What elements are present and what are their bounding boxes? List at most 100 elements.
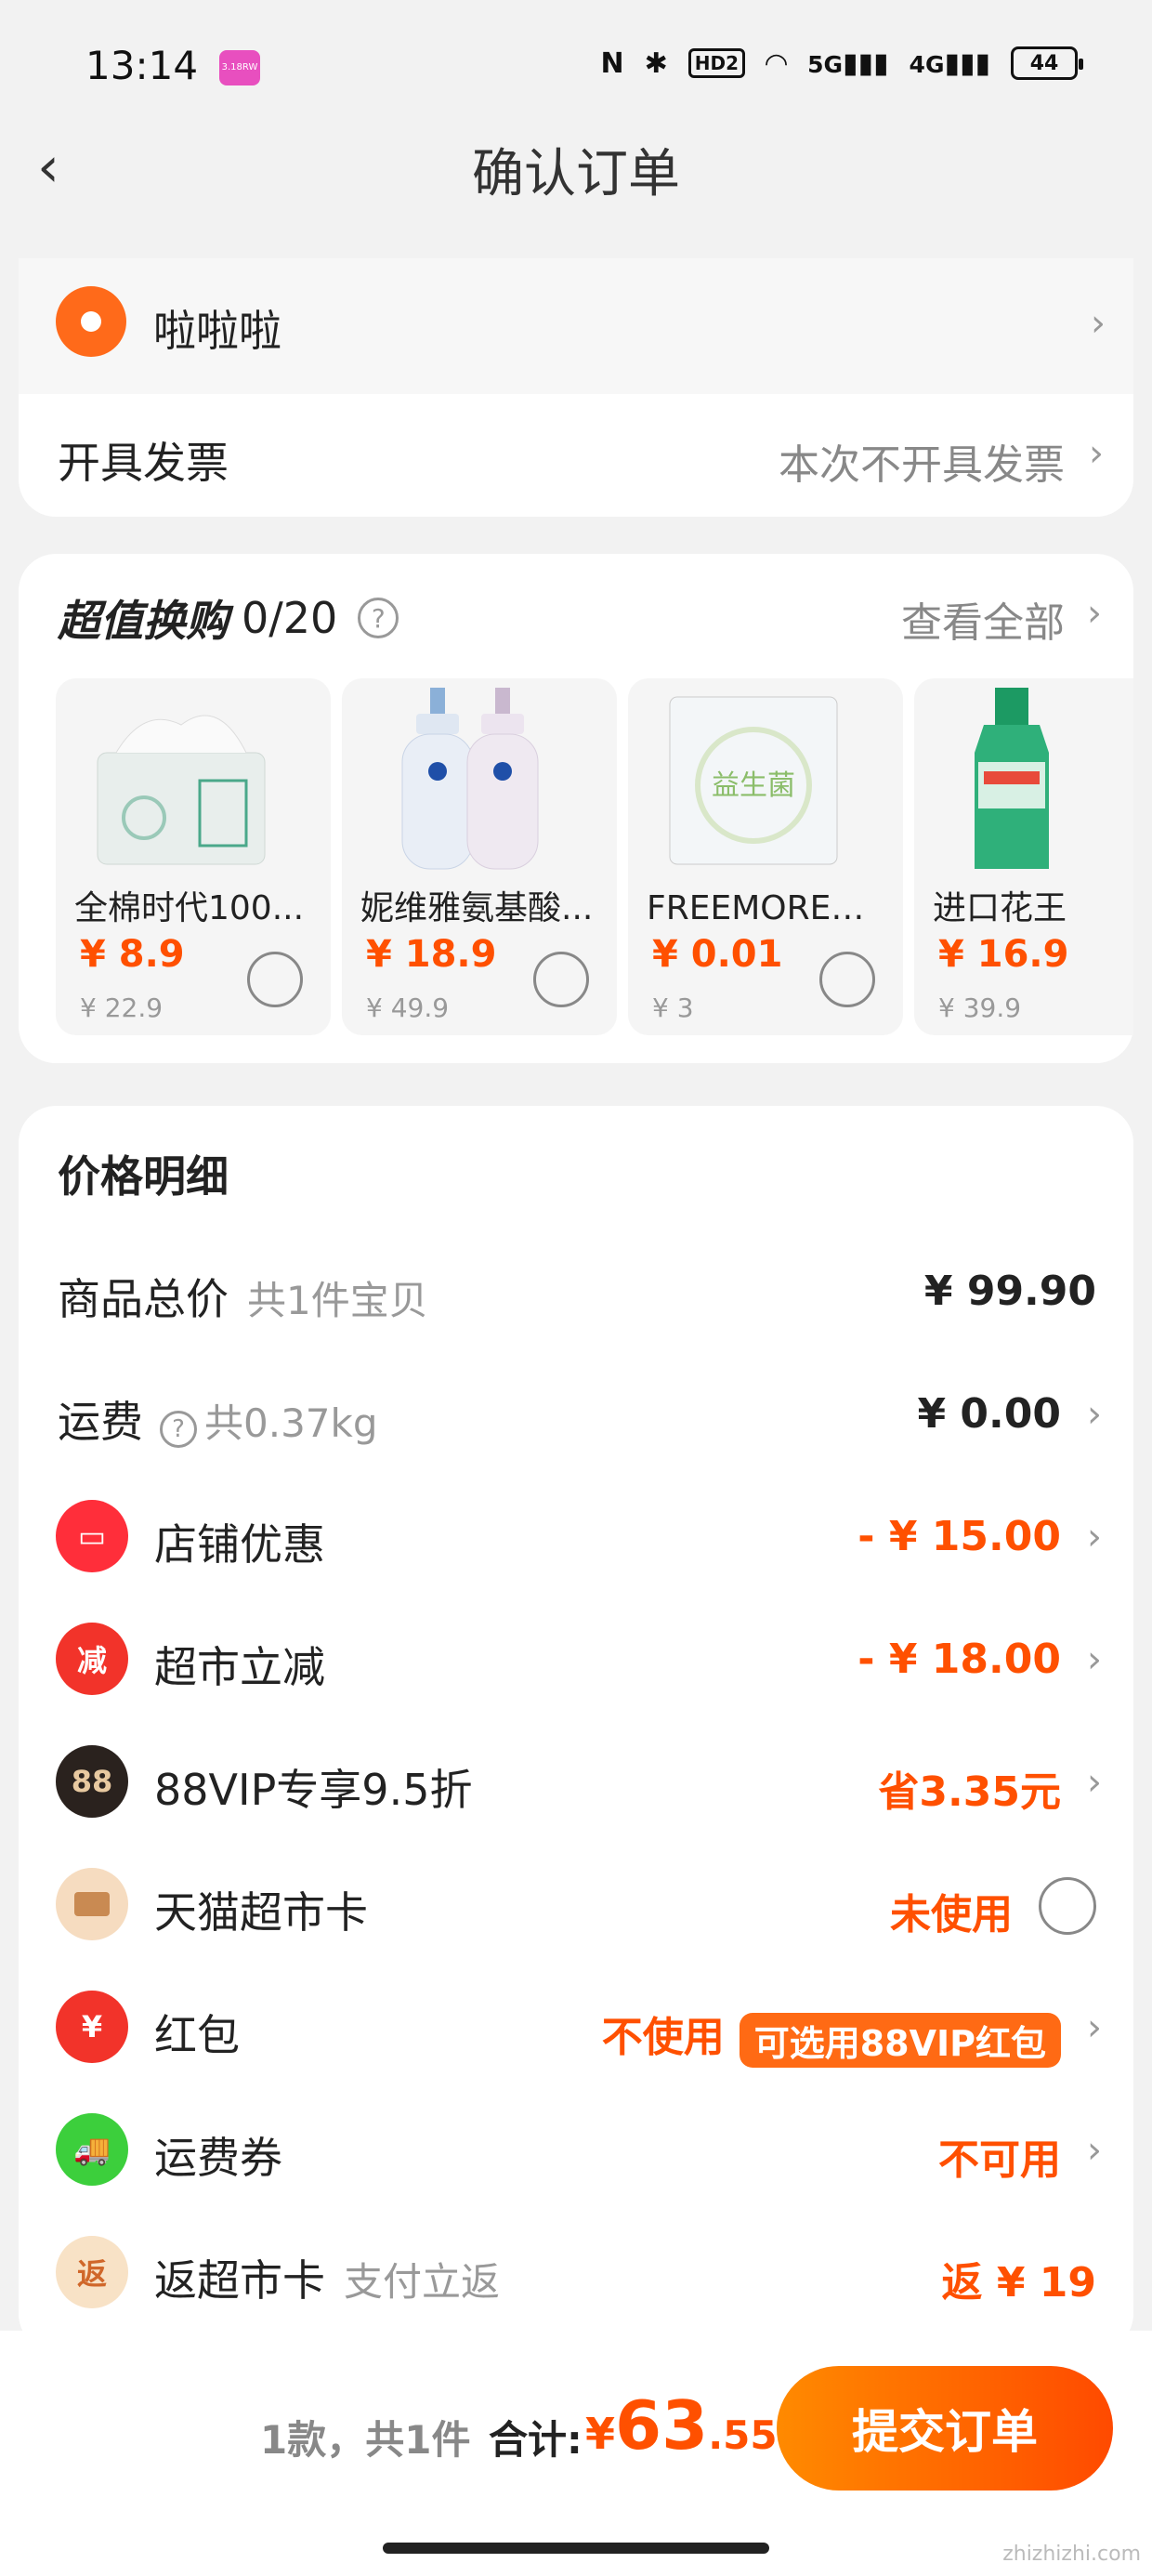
address-name: 啦啦啦 (153, 306, 281, 356)
row-sub: 支付立返 (344, 2259, 501, 2305)
total-amount: ¥63.55 (585, 2386, 778, 2464)
battery-icon: 44 (1011, 46, 1083, 80)
chevron-right-icon: › (1091, 302, 1106, 345)
cashback-icon: 返 (56, 2236, 128, 2308)
row-label: 店铺优惠 (154, 1519, 325, 1570)
truck-icon: 🚚 (56, 2113, 128, 2186)
row-value: - ¥ 15.00 (857, 1513, 1061, 1560)
help-icon[interactable]: ? (358, 598, 399, 638)
swap-product-card[interactable]: 益生菌 FREEMORE自... ¥ 0.01 ¥ 3 (628, 678, 903, 1035)
submit-order-button[interactable]: 提交订单 (777, 2366, 1113, 2491)
row-sub: 共1件宝贝 (247, 1278, 428, 1323)
swap-purchase-card: 超值换购 0/20 ? 查看全部 › 全棉时代100... ¥ 8.9 ¥ 22… (19, 554, 1133, 1063)
help-icon[interactable]: ? (160, 1411, 197, 1448)
status-icons: N ✱ HD2 ◠ 5G▮▮▮ 4G▮▮▮ 44 (600, 46, 1083, 80)
status-bar: 13:14 3.18RW N ✱ HD2 ◠ 5G▮▮▮ 4G▮▮▮ 44 (0, 0, 1152, 139)
card-icon (56, 1868, 128, 1940)
price-detail-card: 价格明细 商品总价 共1件宝贝 ¥ 99.90 运费? 共0.37kg ¥ 0.00… (19, 1106, 1133, 2351)
product-original-price: ¥ 39.9 (938, 992, 1022, 1023)
probiotic-sachet-image: 益生菌 (656, 688, 851, 874)
product-original-price: ¥ 49.9 (366, 992, 450, 1023)
row-value: 不可用 (938, 2136, 1061, 2184)
row-label: 88VIP专享9.5折 (154, 1765, 473, 1815)
address-row[interactable]: 啦啦啦 › (19, 258, 1133, 394)
row-value: - ¥ 18.00 (857, 1636, 1061, 1683)
swap-product-card[interactable]: 妮维雅氨基酸... ¥ 18.9 ¥ 49.9 (342, 678, 617, 1035)
discount-icon: 减 (56, 1623, 128, 1695)
row-label: 红包 (154, 2010, 240, 2060)
chevron-right-icon: › (1087, 1393, 1102, 1436)
row-label: 运费券 (154, 2133, 282, 2183)
row-shipping[interactable]: 运费? 共0.37kg ¥ 0.00 › (19, 1368, 1133, 1461)
cleanser-bottles-image (370, 688, 565, 874)
row-goods-total: 商品总价 共1件宝贝 ¥ 99.90 (19, 1245, 1133, 1338)
view-all-link[interactable]: 查看全部 (901, 589, 1065, 649)
swap-header: 超值换购 0/20 ? (58, 587, 399, 649)
bluetooth-icon: ✱ (644, 46, 668, 80)
row-value: 未使用 (890, 1891, 1013, 1939)
use-card-radio[interactable] (1039, 1877, 1096, 1935)
product-price: ¥ 18.9 (366, 933, 497, 976)
product-price: ¥ 8.9 (80, 933, 185, 976)
select-radio[interactable] (819, 952, 875, 1007)
invoice-value: 本次不开具发票 (779, 441, 1065, 489)
row-label: 返超市卡 支付立返 (154, 2255, 501, 2306)
red-packet-icon: ¥ (56, 1991, 128, 2063)
bottom-bar: 1款，共1件 合计: ¥63.55 提交订单 zhizhizhi.com (0, 2331, 1152, 2576)
invoice-row[interactable]: 开具发票 本次不开具发票 › (19, 394, 1133, 517)
row-red-packet[interactable]: ¥ 红包 不使用 可选用88VIP红包 › (19, 1981, 1133, 2074)
row-value: 省3.35元 (878, 1768, 1061, 1816)
swap-products: 全棉时代100... ¥ 8.9 ¥ 22.9 妮维雅氨基酸... ¥ 18.9… (56, 678, 1133, 1035)
hd-icon: HD2 (687, 48, 746, 78)
row-88vip[interactable]: 88 88VIP专享9.5折 省3.35元 › (19, 1736, 1133, 1829)
ticket-icon: ▭ (56, 1500, 128, 1572)
chevron-right-icon: › (1087, 1761, 1102, 1804)
signal-4g-icon: 4G▮▮▮ (909, 46, 990, 80)
row-label: 天猫超市卡 (154, 1887, 368, 1938)
toilet-cleaner-image (942, 688, 1133, 874)
select-radio[interactable] (533, 952, 589, 1007)
product-original-price: ¥ 3 (652, 992, 694, 1023)
vip-88-icon: 88 (56, 1745, 128, 1818)
select-radio[interactable] (247, 952, 303, 1007)
row-label: 商品总价 共1件宝贝 (58, 1274, 428, 1324)
probiotic-label: 益生菌 (712, 769, 795, 802)
product-price: ¥ 0.01 (652, 933, 783, 976)
signal-5g-icon: 5G▮▮▮ (807, 46, 889, 80)
row-shop-discount[interactable]: ▭ 店铺优惠 - ¥ 15.00 › (19, 1491, 1133, 1584)
product-name: 进口花王 (933, 889, 1067, 927)
swap-product-card[interactable]: 进口花王 ¥ 16.9 ¥ 39.9 (914, 678, 1133, 1035)
invoice-label: 开具发票 (58, 438, 229, 488)
swap-title: 超值换购 (58, 596, 229, 646)
row-value: ¥ 99.90 (923, 1268, 1096, 1315)
chevron-right-icon: › (1089, 432, 1104, 475)
price-detail-title: 价格明细 (58, 1151, 229, 1202)
nfc-icon: N (600, 46, 624, 80)
row-tmall-card[interactable]: 天猫超市卡 未使用 (19, 1859, 1133, 1952)
row-sub: 共0.37kg (204, 1400, 378, 1446)
row-supermarket-discount[interactable]: 减 超市立减 - ¥ 18.00 › (19, 1613, 1133, 1706)
row-label: 超市立减 (154, 1642, 325, 1692)
row-cashback: 返 返超市卡 支付立返 返 ¥ 19 (19, 2227, 1133, 2320)
swap-count: 0/20 (242, 593, 338, 643)
product-name: 全棉时代100... (74, 889, 305, 927)
chevron-right-icon: › (1087, 1638, 1102, 1681)
chevron-right-icon: › (1087, 592, 1102, 635)
product-name: FREEMORE自... (647, 889, 890, 927)
status-time: 13:14 (85, 43, 199, 88)
chevron-right-icon: › (1087, 2006, 1102, 2049)
home-indicator[interactable] (383, 2543, 769, 2554)
product-original-price: ¥ 22.9 (80, 992, 164, 1023)
chevron-right-icon: › (1087, 1516, 1102, 1558)
vip-red-packet-badge[interactable]: 可选用88VIP红包 (739, 2012, 1061, 2068)
row-value: 返 ¥ 19 (941, 2259, 1096, 2307)
row-shipping-coupon[interactable]: 🚚 运费券 不可用 › (19, 2104, 1133, 2197)
wifi-icon: ◠ (766, 46, 788, 80)
tissue-pack-image (84, 688, 279, 874)
swap-product-card[interactable]: 全棉时代100... ¥ 8.9 ¥ 22.9 (56, 678, 331, 1035)
row-label: 运费? 共0.37kg (58, 1397, 378, 1448)
row-value: 不使用 可选用88VIP红包 (602, 2004, 1061, 2068)
item-count: 1款，共1件 (260, 2417, 471, 2463)
chevron-right-icon: › (1087, 2129, 1102, 2172)
app-notification-icon: 3.18RW (219, 50, 260, 85)
